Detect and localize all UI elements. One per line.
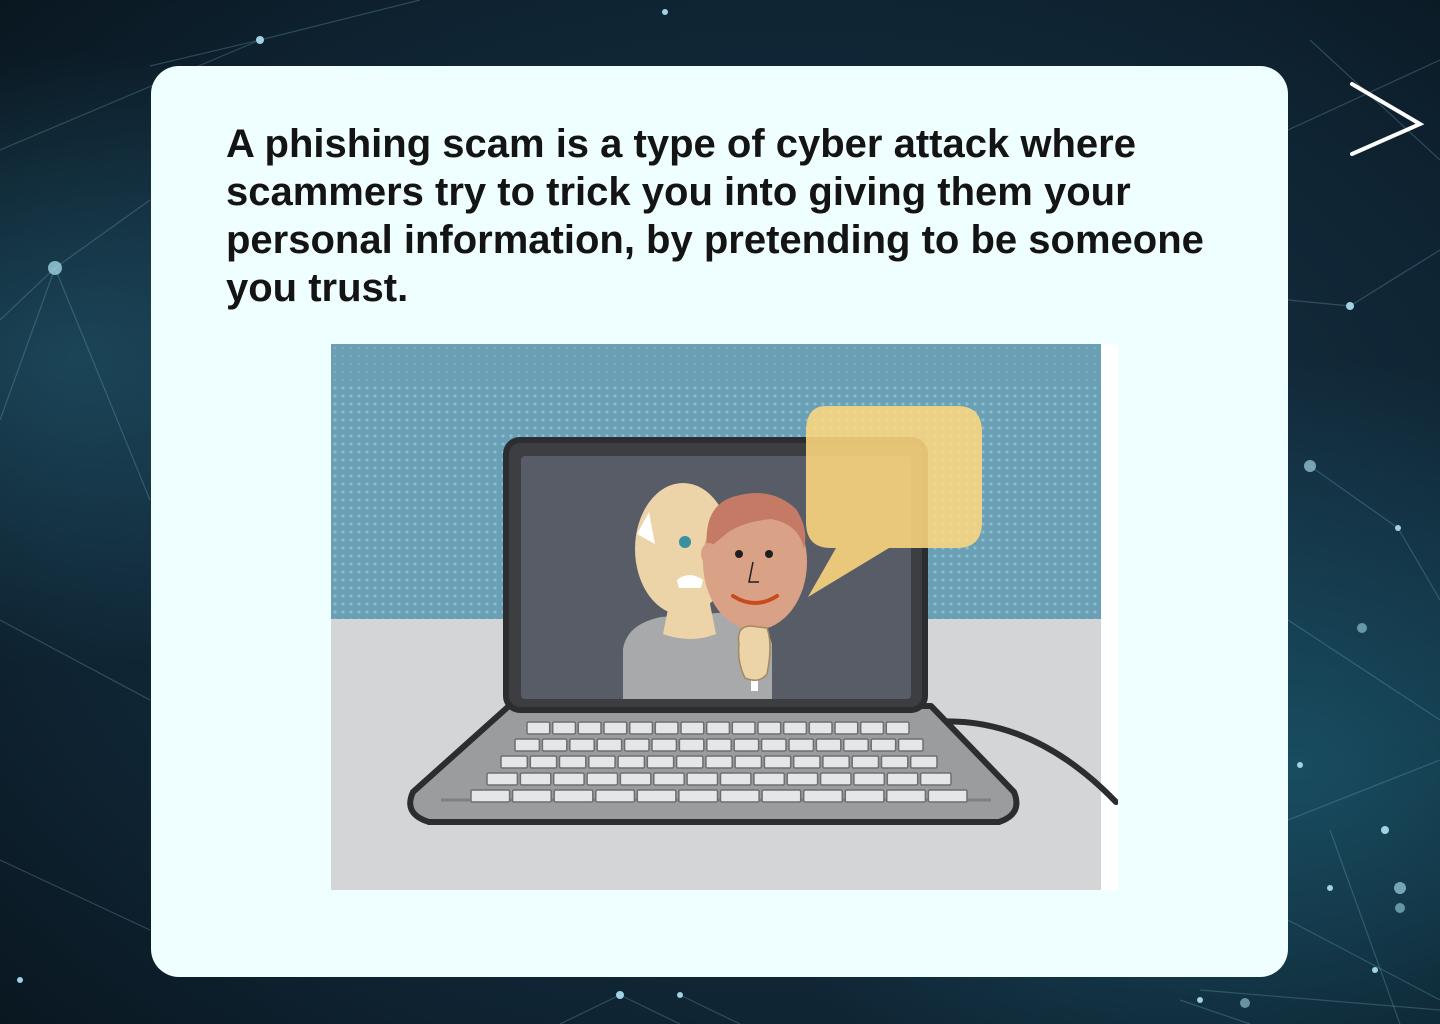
laptop-keyboard [407, 703, 1020, 825]
keyboard-key [511, 789, 552, 803]
phishing-illustration [331, 344, 1118, 890]
keyboard-key [719, 789, 760, 803]
keyboard-key [719, 772, 752, 786]
keyboard-key [919, 772, 952, 786]
keyboard-key [514, 738, 541, 752]
keyboard-key [678, 789, 719, 803]
keyboard-key [844, 789, 885, 803]
keyboard-key [886, 772, 919, 786]
keyboard-key [603, 721, 628, 735]
keyboard-key [886, 789, 927, 803]
keyboard-key [651, 738, 678, 752]
keyboard-key [734, 755, 763, 769]
keyboard-key [822, 755, 850, 769]
keyboard-key [595, 789, 636, 803]
keyboard-key [763, 755, 792, 769]
keyboard-key [802, 789, 844, 803]
keyboard-key [623, 738, 650, 752]
keyboard-key [577, 721, 602, 735]
keyboard-key [541, 738, 568, 752]
keyboard-key [853, 772, 886, 786]
keyboard-key [596, 738, 623, 752]
keyboard-key [843, 738, 869, 752]
keyboard-key [897, 738, 924, 752]
keyboard-key [558, 755, 587, 769]
keyboard-key [753, 772, 786, 786]
keyboard-key [526, 721, 551, 735]
keyboard-key [553, 789, 594, 803]
keyboard-key [733, 738, 760, 752]
keyboard-key [788, 738, 815, 752]
keyboard-key [815, 738, 842, 752]
keyboard-key [808, 721, 833, 735]
keyboard-key [551, 721, 577, 735]
keyboard-key [588, 755, 616, 769]
keyboard-key [782, 721, 808, 735]
phishing-definition-text: A phishing scam is a type of cyber attac… [226, 122, 1204, 310]
keyboard-key [569, 738, 595, 752]
keyboard-key [705, 755, 733, 769]
keyboard-key [757, 721, 782, 735]
keyboard-key [705, 721, 731, 735]
keyboard-key [529, 755, 558, 769]
keyboard-key [870, 738, 897, 752]
keyboard-key [470, 789, 511, 803]
keyboard-key [680, 721, 705, 735]
keyboard-key [792, 755, 821, 769]
chevron-right-icon [1350, 82, 1425, 156]
keyboard-key [628, 721, 654, 735]
keyboard-key [646, 755, 675, 769]
next-slide-button[interactable] [1340, 78, 1436, 168]
keyboard-key [786, 772, 819, 786]
keyboard-key [486, 772, 519, 786]
keyboard-key [617, 755, 646, 769]
keyboard-key [500, 755, 529, 769]
keyboard-key [834, 721, 859, 735]
keyboard-key [760, 738, 787, 752]
keyboard-key [519, 772, 552, 786]
keyboard-key [552, 772, 585, 786]
keyboard-key [927, 789, 968, 803]
keyboard-key [619, 772, 652, 786]
keyboard-key [885, 721, 910, 735]
keyboard-key [686, 772, 719, 786]
keyboard-key [761, 789, 802, 803]
keyboard-key [851, 755, 880, 769]
keyboard-key [909, 755, 938, 769]
keyboard-key [675, 755, 704, 769]
keyboard-key [586, 772, 619, 786]
keyboard-key [678, 738, 705, 752]
keyboard-key [654, 721, 679, 735]
content-card: A phishing scam is a type of cyber attac… [151, 66, 1288, 977]
keyboard-key [819, 772, 852, 786]
keyboard-key [653, 772, 685, 786]
keyboard-key [859, 721, 885, 735]
keyboard-key [880, 755, 909, 769]
keyboard-key [636, 789, 677, 803]
keyboard-key [731, 721, 756, 735]
keyboard-key [706, 738, 732, 752]
